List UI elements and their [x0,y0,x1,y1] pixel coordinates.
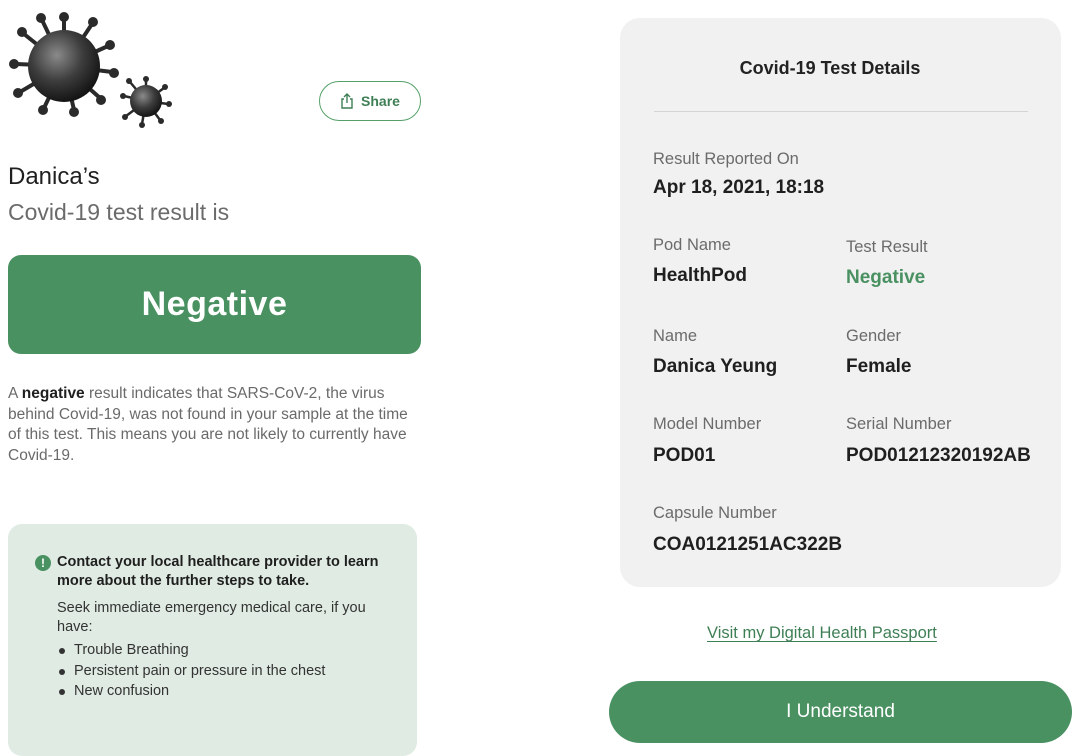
model-number-label: Model Number [653,415,762,433]
model-number-value: POD01 [653,445,716,466]
serial-number-value: POD01212320192AB [846,445,1031,466]
digital-health-passport-link[interactable]: Visit my Digital Health Passport [707,624,937,643]
name-label: Name [653,327,698,345]
reported-value: Apr 18, 2021, 18:18 [653,177,825,198]
virus-icon [9,12,172,128]
share-icon [341,93,353,109]
symptom-list: Trouble Breathing Persistent pain or pre… [57,640,401,702]
owner-name: Danica’s [8,163,100,190]
test-result-label: Test Result [846,238,928,256]
result-subtitle: Covid-19 test result is [8,199,230,225]
result-explanation: A negative result indicates that SARS-Co… [8,385,408,464]
alert-icon: ! [35,555,51,571]
result-banner: Negative [8,255,421,354]
capsule-number-value: COA0121251AC322B [653,534,843,555]
advice-box: ! Contact your local healthcare provider… [8,524,417,756]
test-result-value: Negative [846,267,926,288]
details-title: Covid-19 Test Details [739,58,921,78]
test-details-card: Covid-19 Test Details Result Reported On… [620,18,1061,587]
symptom-item: Trouble Breathing [57,640,401,661]
result-summary-panel: Share Danica’s Covid-19 test result is N… [0,0,430,756]
understand-button[interactable]: I Understand [609,681,1072,743]
gender-value: Female [846,356,912,377]
symptom-item: Persistent pain or pressure in the chest [57,661,401,682]
symptom-item: New confusion [57,681,401,702]
capsule-number-label: Capsule Number [653,504,777,522]
name-value: Danica Yeung [653,356,778,377]
serial-number-label: Serial Number [846,415,952,433]
advice-body: Seek immediate emergency medical care, i… [57,600,366,635]
pod-name-value: HealthPod [653,265,747,286]
pod-name-label: Pod Name [653,236,731,254]
reported-label: Result Reported On [653,150,799,168]
share-button[interactable]: Share [319,81,421,121]
advice-heading: Contact your local healthcare provider t… [57,554,379,589]
gender-label: Gender [846,327,902,345]
result-emphasis: negative [21,385,85,402]
share-label: Share [361,93,400,109]
divider [654,111,1028,112]
